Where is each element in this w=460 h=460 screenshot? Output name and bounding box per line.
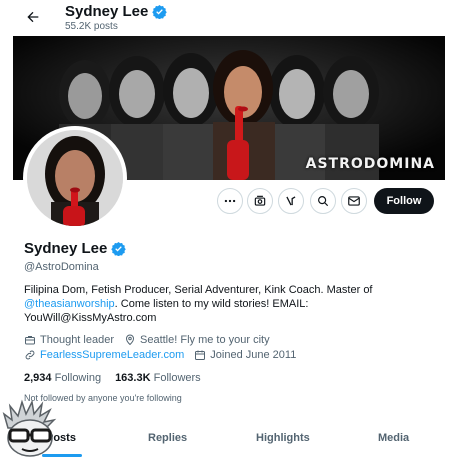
- profile-page: Sydney Lee 55.2K posts ASTRODOMINA Follo…: [0, 0, 460, 460]
- bio-text-1: Filipina Dom, Fetish Producer, Serial Ad…: [24, 284, 373, 296]
- tab-highlights[interactable]: Highlights: [256, 432, 310, 444]
- link-icon: [25, 350, 35, 360]
- header-name: Sydney Lee: [65, 3, 168, 20]
- display-name: Sydney Lee: [24, 240, 127, 257]
- briefcase-icon: [25, 336, 35, 345]
- location-pin-icon: [125, 334, 135, 346]
- website-link[interactable]: FearlessSupremeLeader.com: [40, 349, 184, 361]
- followers-count: 163.3K: [115, 372, 151, 384]
- bio: Filipina Dom, Fetish Producer, Serial Ad…: [24, 283, 424, 325]
- tab-media[interactable]: Media: [378, 432, 409, 444]
- following-link[interactable]: 2,934 Following: [24, 372, 101, 384]
- follow-stats: 2,934 Following 163.3K Followers: [24, 372, 201, 384]
- search-icon: [318, 196, 329, 207]
- following-label: Following: [54, 372, 102, 384]
- header-name-text: Sydney Lee: [65, 3, 149, 20]
- arrow-left-icon: [27, 11, 39, 23]
- message-icon: [348, 196, 360, 206]
- search-button[interactable]: [310, 188, 336, 214]
- follow-button[interactable]: Follow: [374, 188, 434, 214]
- subscribe-button[interactable]: [247, 188, 273, 214]
- grok-icon: [286, 196, 296, 206]
- display-name-text: Sydney Lee: [24, 240, 108, 257]
- more-icon: [224, 199, 236, 203]
- joined-text: Joined June 2011: [210, 349, 297, 361]
- location-item: Seattle! Fly me to your city: [124, 334, 270, 346]
- subscribe-icon: [254, 195, 266, 206]
- message-button[interactable]: [341, 188, 367, 214]
- profile-meta-row-2: FearlessSupremeLeader.com Joined June 20…: [24, 349, 296, 361]
- grok-button[interactable]: [278, 188, 304, 214]
- website-item: FearlessSupremeLeader.com: [24, 349, 184, 361]
- followers-link[interactable]: 163.3K Followers: [115, 372, 201, 384]
- verified-badge-icon: [152, 4, 168, 19]
- top-bar: Sydney Lee 55.2K posts: [0, 0, 460, 36]
- joined-item: Joined June 2011: [194, 349, 296, 361]
- avatar[interactable]: [23, 126, 127, 230]
- bio-mention-link[interactable]: @theasianworship: [24, 298, 115, 310]
- more-button[interactable]: [217, 188, 243, 214]
- following-count: 2,934: [24, 372, 52, 384]
- cartoon-mascot-icon: [2, 399, 57, 457]
- user-handle: @AstroDomina: [24, 261, 99, 273]
- banner-brand-text: ASTRODOMINA: [305, 156, 435, 172]
- verified-badge-icon[interactable]: [111, 241, 127, 256]
- category-text: Thought leader: [40, 334, 114, 346]
- calendar-icon: [195, 350, 206, 360]
- back-button[interactable]: [22, 6, 44, 28]
- tab-replies[interactable]: Replies: [148, 432, 187, 444]
- avatar-image: [27, 130, 123, 226]
- post-count: 55.2K posts: [65, 21, 118, 32]
- category-item: Thought leader: [24, 334, 114, 346]
- profile-meta-row-1: Thought leader Seattle! Fly me to your c…: [24, 334, 270, 346]
- location-text: Seattle! Fly me to your city: [140, 334, 270, 346]
- profile-tabs: Posts Replies Highlights Media: [0, 424, 460, 460]
- followers-label: Followers: [153, 372, 201, 384]
